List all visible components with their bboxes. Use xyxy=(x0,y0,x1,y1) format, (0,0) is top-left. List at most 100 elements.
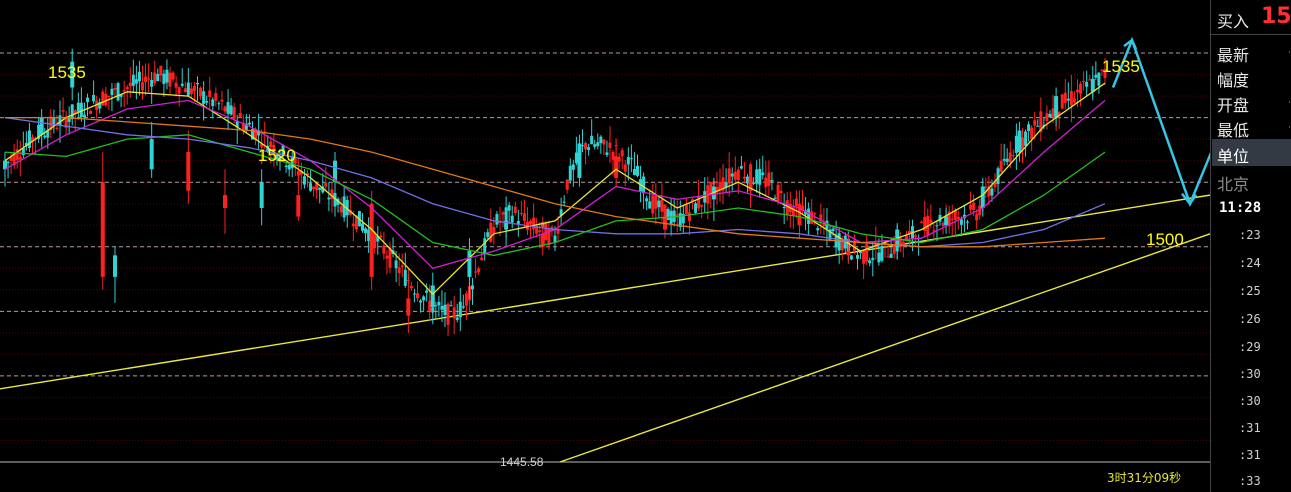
candle-body xyxy=(1014,135,1018,153)
candle-body xyxy=(507,205,511,211)
candle-body xyxy=(443,304,447,315)
candle-body xyxy=(1088,79,1092,81)
candle-body xyxy=(654,195,658,209)
candle-body-key xyxy=(467,251,472,277)
candle-body-key xyxy=(1017,130,1022,153)
candle-body xyxy=(6,161,10,164)
candle-body xyxy=(422,296,426,301)
candle-body xyxy=(1008,152,1012,163)
candle-body xyxy=(82,114,86,118)
candle-body xyxy=(189,88,193,94)
candle-body xyxy=(474,271,478,273)
candle-body xyxy=(651,195,655,214)
candle-body xyxy=(593,144,597,147)
candle-body xyxy=(449,305,453,307)
candle-body xyxy=(220,99,224,102)
candle-body xyxy=(1033,120,1037,126)
candle-body-key xyxy=(846,251,851,256)
candle-body xyxy=(211,99,215,107)
candle-body xyxy=(645,198,649,202)
candle-body xyxy=(1076,89,1079,93)
candle-body xyxy=(70,104,74,120)
candle-body xyxy=(611,151,615,160)
side-row-unit[interactable]: 单位 xyxy=(1217,143,1249,167)
candle-body xyxy=(452,307,456,319)
candle-body xyxy=(660,199,664,212)
candle-body xyxy=(128,82,132,87)
candle-body xyxy=(892,244,896,254)
candle-body xyxy=(684,204,688,214)
candle-body xyxy=(810,211,814,224)
candle-body-key xyxy=(296,195,301,217)
candle-body xyxy=(409,285,413,289)
annotation-1535-left: 1535 xyxy=(48,63,86,82)
candle-body xyxy=(626,157,630,165)
candle-body xyxy=(581,145,584,147)
candle-body xyxy=(770,180,774,182)
candle-body xyxy=(623,164,627,172)
candle-body xyxy=(79,102,83,118)
candle-body xyxy=(403,269,407,286)
candle-body xyxy=(125,86,129,90)
candle-body xyxy=(61,110,65,112)
candle-body xyxy=(318,187,322,190)
candle-body xyxy=(761,172,765,176)
candle-body xyxy=(868,260,872,264)
side-row-open: 开盘 xyxy=(1217,96,1250,115)
candle-body xyxy=(434,305,438,307)
candle-body xyxy=(327,197,331,200)
candle-body xyxy=(385,255,389,259)
candle-body xyxy=(834,235,838,248)
candle-body xyxy=(849,255,853,260)
candle-body xyxy=(1072,98,1076,103)
candle-body xyxy=(562,201,566,203)
side-tick: :31 xyxy=(1239,448,1261,462)
candle-body xyxy=(990,188,994,196)
candle-body xyxy=(1094,74,1098,78)
candle-body xyxy=(104,93,108,106)
candle-body xyxy=(302,176,306,185)
price-chart: 1535 1520 1535 1500 1445.58 3时31分09秒 xyxy=(0,0,1210,492)
side-dot-2: · xyxy=(1288,98,1291,108)
candle-body-key xyxy=(186,152,191,191)
annotation-1520: 1520 xyxy=(258,146,296,165)
candle-body xyxy=(632,169,636,176)
candle-body xyxy=(813,212,817,215)
countdown-label: 3时31分09秒 xyxy=(1107,471,1181,485)
candle-body xyxy=(730,173,734,177)
candle-body xyxy=(914,235,918,238)
candle-body xyxy=(700,204,704,207)
candle-body xyxy=(287,164,291,170)
candle-body xyxy=(199,87,203,97)
candle-body xyxy=(394,260,398,269)
candle-body xyxy=(55,127,59,129)
candle-body xyxy=(153,72,157,84)
candle-body xyxy=(162,73,166,84)
candle-body xyxy=(208,90,212,97)
candle-body xyxy=(165,69,169,83)
candle-body xyxy=(1060,94,1064,109)
candle-body xyxy=(116,83,120,101)
candle-body xyxy=(727,168,731,184)
candle-body xyxy=(492,226,496,234)
candle-body xyxy=(477,268,481,273)
candle-body xyxy=(367,229,371,241)
side-tick: :33 xyxy=(1239,474,1261,488)
candle-body xyxy=(620,150,624,157)
candle-body-key xyxy=(1054,96,1059,118)
candle-body-key xyxy=(980,186,985,209)
candle-body xyxy=(773,197,777,199)
candle-body xyxy=(382,245,386,254)
candle-body xyxy=(461,306,465,308)
candle-body xyxy=(455,317,459,321)
candle-body xyxy=(642,176,646,194)
candle-body xyxy=(746,176,749,184)
candle-body xyxy=(168,72,172,87)
candle-body-key xyxy=(614,156,619,178)
candle-body xyxy=(141,82,144,91)
candle-body xyxy=(807,208,811,224)
candle-body xyxy=(232,107,236,119)
side-divider xyxy=(1211,34,1291,35)
candle-body xyxy=(648,201,652,209)
candle-body xyxy=(147,78,151,80)
